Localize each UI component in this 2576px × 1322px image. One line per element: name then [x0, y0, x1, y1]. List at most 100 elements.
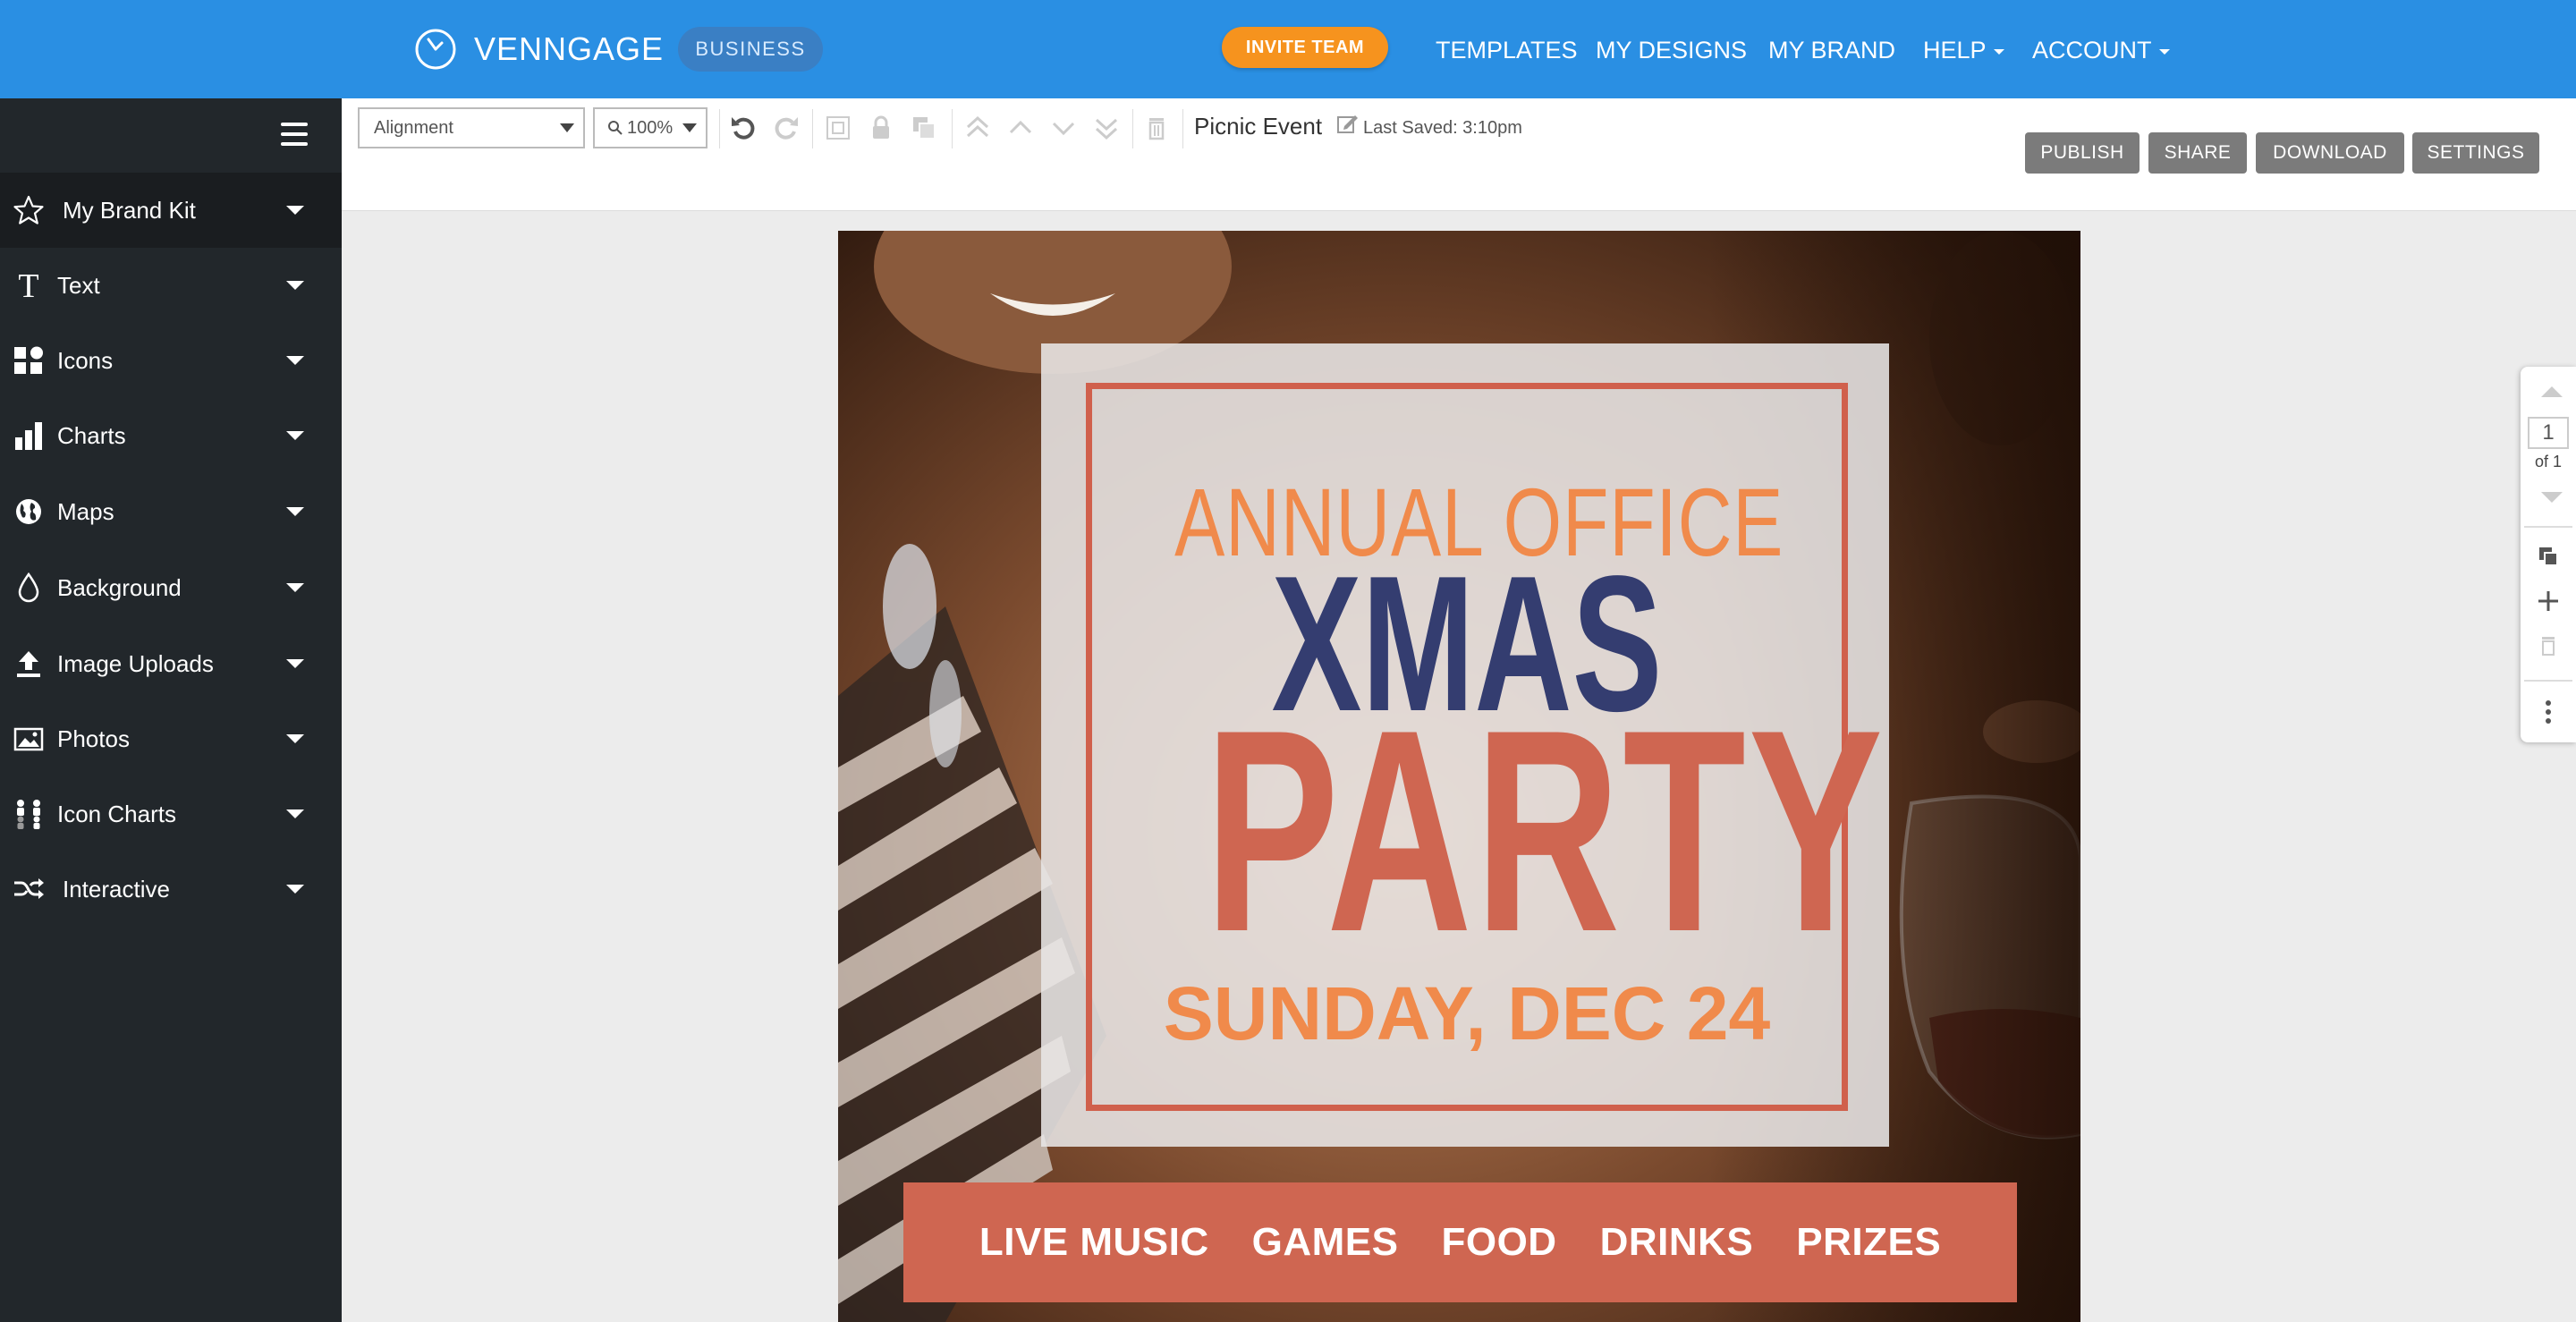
sidebar-item-text[interactable]: T Text [0, 248, 342, 323]
last-saved-status: Last Saved: 3:10pm [1363, 118, 1522, 138]
bar-chart-icon [13, 419, 45, 452]
dropdown-arrow-icon [560, 123, 574, 132]
alignment-select[interactable]: Alignment [358, 107, 585, 148]
settings-button[interactable]: SETTINGS [2412, 132, 2539, 174]
toolbar-divider [1132, 109, 1133, 148]
upload-icon [13, 648, 45, 680]
caret-down-icon [286, 507, 304, 516]
duplicate-icon[interactable] [907, 111, 941, 145]
hamburger-menu-icon[interactable] [281, 123, 308, 146]
headline-panel[interactable]: ANNUAL OFFICE XMAS PARTY SUNDAY, DEC 24 [1041, 343, 1889, 1147]
clock-logo-icon [415, 29, 456, 70]
zoom-select[interactable]: 100% [593, 107, 708, 148]
download-button[interactable]: DOWNLOAD [2256, 132, 2404, 174]
feature-item[interactable]: PRIZES [1796, 1220, 1941, 1265]
nav-account-label: ACCOUNT [2032, 37, 2152, 64]
more-options-icon[interactable] [2534, 698, 2563, 726]
people-chart-icon [13, 798, 45, 830]
edit-icon[interactable] [1335, 113, 1359, 136]
sidebar-item-interactive[interactable]: Interactive [0, 852, 342, 927]
drop-icon [13, 572, 45, 604]
caret-down-icon [286, 356, 304, 365]
group-icon[interactable] [821, 111, 855, 145]
publish-button[interactable]: PUBLISH [2025, 132, 2140, 174]
panel-divider [2524, 680, 2572, 682]
copy-page-icon[interactable] [2534, 542, 2563, 571]
sidebar-item-image-uploads[interactable]: Image Uploads [0, 626, 342, 701]
sidebar-item-label: Photos [57, 725, 130, 752]
nav-help-label: HELP [1923, 37, 1987, 64]
add-page-icon[interactable] [2534, 587, 2563, 615]
sidebar-item-icons[interactable]: Icons [0, 323, 342, 398]
editor-toolbar: Alignment 100% Picnic Event Last Saved: … [342, 98, 2576, 211]
image-icon [13, 723, 45, 755]
trash-icon[interactable] [1140, 111, 1174, 145]
send-backward-icon[interactable] [1046, 111, 1080, 145]
document-title[interactable]: Picnic Event [1194, 113, 1359, 140]
star-icon [13, 194, 45, 226]
magnifier-icon [608, 121, 623, 135]
toolbar-divider [952, 109, 953, 148]
document-title-text: Picnic Event [1194, 113, 1323, 140]
shuffle-icon [13, 873, 45, 905]
sidebar-item-charts[interactable]: Charts [0, 398, 342, 473]
top-navigation-bar: VENNGAGE BUSINESS INVITE TEAM TEMPLATES … [0, 0, 2576, 98]
feature-item[interactable]: GAMES [1252, 1220, 1399, 1265]
page-controls: 1 of 1 [2521, 367, 2576, 742]
nav-help[interactable]: HELP [1923, 32, 2004, 68]
caret-down-icon [286, 885, 304, 894]
sidebar-item-photos[interactable]: Photos [0, 701, 342, 776]
feature-item[interactable]: DRINKS [1600, 1220, 1754, 1265]
sidebar-item-icon-charts[interactable]: Icon Charts [0, 776, 342, 852]
chevron-down-icon [2158, 48, 2170, 55]
sidebar-item-maps[interactable]: Maps [0, 474, 342, 549]
headline-line-3[interactable]: PARTY [1205, 666, 1883, 997]
caret-down-icon [286, 659, 304, 668]
lock-icon[interactable] [864, 111, 898, 145]
redo-icon[interactable] [769, 111, 803, 145]
caret-down-icon [286, 206, 304, 215]
caret-down-icon [286, 431, 304, 440]
chevron-down-icon [1993, 48, 2004, 55]
sidebar-item-label: Text [57, 271, 100, 299]
globe-icon [13, 496, 45, 528]
sidebar-item-label: Maps [57, 497, 114, 525]
sidebar-item-label: Charts [57, 421, 126, 449]
venngage-logo[interactable]: VENNGAGE [413, 25, 664, 73]
page-up-icon[interactable] [2541, 386, 2563, 397]
toolbar-divider [1182, 109, 1183, 148]
headline-frame: ANNUAL OFFICE XMAS PARTY SUNDAY, DEC 24 [1086, 383, 1883, 1111]
feature-item[interactable]: LIVE MUSIC [979, 1220, 1209, 1265]
nav-account[interactable]: ACCOUNT [2032, 32, 2170, 68]
delete-page-icon[interactable] [2534, 631, 2563, 660]
send-to-back-icon[interactable] [1089, 111, 1123, 145]
left-sidebar: My Brand Kit T Text Icons Charts Maps Ba… [0, 98, 342, 1322]
panel-divider [2524, 526, 2572, 528]
feature-item[interactable]: FOOD [1441, 1220, 1556, 1265]
share-button[interactable]: SHARE [2148, 132, 2247, 174]
svg-text:T: T [18, 269, 38, 301]
dropdown-arrow-icon [682, 123, 697, 132]
feature-bar[interactable]: LIVE MUSIC GAMES FOOD DRINKS PRIZES [903, 1182, 2017, 1302]
alignment-select-value: Alignment [374, 117, 453, 138]
nav-my-brand[interactable]: MY BRAND [1768, 32, 1895, 68]
caret-down-icon [286, 281, 304, 290]
bring-forward-icon[interactable] [1004, 111, 1038, 145]
caret-down-icon [286, 809, 304, 818]
event-date[interactable]: SUNDAY, DEC 24 [1092, 970, 1842, 1057]
sidebar-item-background[interactable]: Background [0, 550, 342, 625]
sidebar-item-label: My Brand Kit [63, 196, 196, 224]
invite-team-button[interactable]: INVITE TEAM [1222, 27, 1388, 68]
brand-name: VENNGAGE [474, 30, 665, 67]
sidebar-item-my-brand-kit[interactable]: My Brand Kit [0, 173, 342, 248]
caret-down-icon [286, 734, 304, 743]
page-count: of 1 [2534, 453, 2563, 470]
bring-to-front-icon[interactable] [961, 111, 995, 145]
design-canvas[interactable]: ANNUAL OFFICE XMAS PARTY SUNDAY, DEC 24 … [838, 231, 2080, 1322]
caret-down-icon [286, 583, 304, 592]
nav-my-designs[interactable]: MY DESIGNS [1596, 32, 1747, 68]
undo-icon[interactable] [726, 111, 760, 145]
nav-templates[interactable]: TEMPLATES [1436, 32, 1578, 68]
page-number-input[interactable]: 1 [2528, 417, 2569, 449]
page-down-icon[interactable] [2541, 492, 2563, 503]
